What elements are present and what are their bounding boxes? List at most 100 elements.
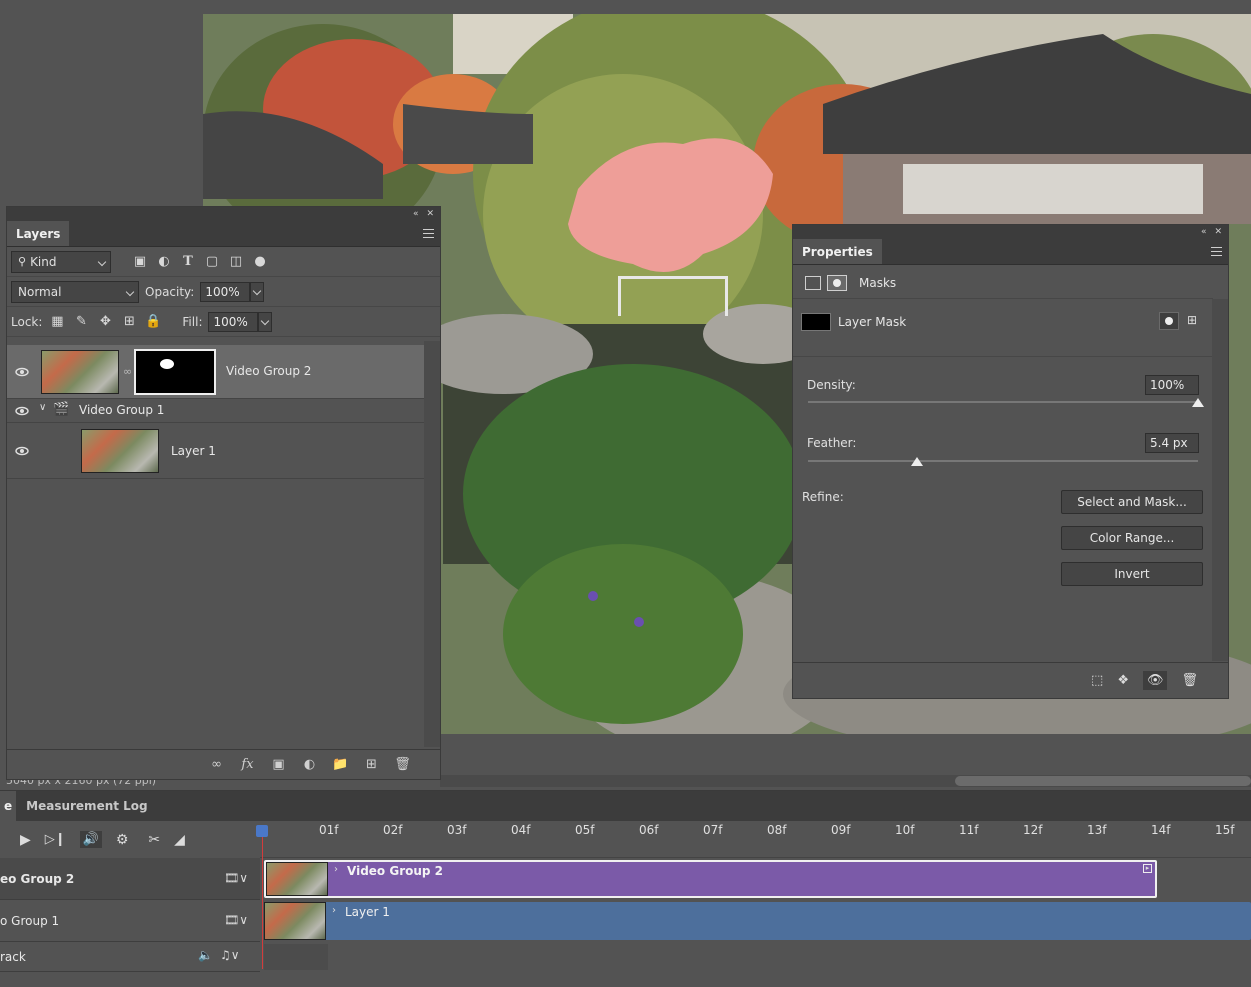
opacity-dropdown[interactable] — [250, 281, 265, 302]
pixel-mask-icon[interactable] — [805, 275, 821, 290]
layers-scrollbar[interactable] — [424, 341, 440, 747]
track-header-video-group-2[interactable]: eo Group 2 🎞∨ — [0, 858, 260, 900]
tab-layers[interactable]: Layers — [7, 221, 70, 246]
layer-row-video-group-1[interactable]: ∨ 🎬 Video Group 1 — [7, 399, 425, 423]
filter-toggle-icon[interactable]: ● — [251, 253, 269, 271]
panel-menu-icon[interactable] — [1211, 247, 1222, 256]
clip-end-marker-icon[interactable]: ▸ — [1143, 864, 1152, 873]
lock-transparent-icon[interactable]: ▦ — [48, 313, 66, 331]
tab-timeline[interactable]: e — [0, 791, 17, 821]
blend-mode-label: Normal — [18, 284, 62, 299]
load-selection-icon[interactable]: ⬚ — [1091, 673, 1103, 688]
add-mask-icon[interactable]: ▣ — [269, 757, 288, 772]
smart-object-filter-icon[interactable]: ◫ — [227, 253, 245, 271]
visibility-eye-icon[interactable] — [15, 444, 29, 458]
playhead-line — [262, 837, 263, 969]
fx-icon[interactable]: fx — [238, 757, 257, 772]
ruler-tick-label: 08f — [767, 823, 787, 837]
density-slider-track[interactable] — [808, 401, 1198, 403]
tab-properties[interactable]: Properties — [793, 239, 882, 264]
clip-video-group-2[interactable]: › Video Group 2 ▸ — [264, 860, 1157, 898]
lock-artboard-icon[interactable]: ⊞ — [120, 313, 138, 331]
layer-thumbnail — [81, 429, 159, 473]
link-layers-icon[interactable]: ∞ — [207, 757, 226, 772]
trash-icon[interactable]: 🗑 — [393, 757, 412, 772]
clip-layer-1[interactable]: › Layer 1 — [264, 902, 1251, 940]
adjustment-layer-icon[interactable]: ◐ — [300, 757, 319, 772]
audio-volume-icon[interactable]: 🔈 — [198, 948, 213, 962]
shape-filter-icon[interactable]: ▢ — [203, 253, 221, 271]
clip-thumbnail — [264, 902, 326, 940]
visibility-eye-icon[interactable] — [15, 365, 29, 379]
collapse-icon[interactable]: « — [413, 209, 419, 219]
layer-mask-icon[interactable] — [827, 274, 847, 291]
invert-button[interactable]: Invert — [1061, 562, 1203, 586]
color-range-button[interactable]: Color Range... — [1061, 526, 1203, 550]
delete-mask-icon[interactable]: 🗑 — [1181, 673, 1198, 688]
playhead-handle[interactable] — [256, 825, 268, 837]
search-icon: ⚲ — [18, 255, 27, 268]
play-icon[interactable]: ▶ — [20, 832, 31, 848]
folder-icon[interactable]: 📁 — [331, 757, 350, 772]
layer-thumbnail — [41, 350, 119, 394]
settings-gear-icon[interactable]: ⚙ — [116, 832, 129, 848]
panel-menu-icon[interactable] — [423, 229, 434, 238]
density-label: Density: — [807, 378, 856, 392]
collapse-icon[interactable]: « — [1201, 227, 1207, 237]
timeline-ruler[interactable]: 01f 02f 03f 04f 05f 06f 07f 08f 09f 10f 11f 12f 13f 1… — [260, 821, 1251, 858]
fill-field[interactable]: 100% — [208, 311, 259, 332]
film-strip-icon[interactable]: 🎞∨ — [224, 871, 248, 885]
filter-kind-select[interactable]: ⚲ Kind — [11, 250, 111, 273]
film-strip-icon[interactable]: 🎞∨ — [224, 913, 248, 927]
close-icon[interactable]: ✕ — [1214, 227, 1222, 237]
layer-row-video-group-2[interactable]: ∞ Video Group 2 — [7, 345, 425, 399]
chevron-right-icon[interactable]: › — [334, 864, 338, 875]
image-filter-icon[interactable]: ▣ — [131, 253, 149, 271]
lock-move-icon[interactable]: ✥ — [96, 313, 114, 331]
opacity-field[interactable]: 100% — [200, 281, 251, 302]
music-note-icon[interactable]: ♫∨ — [220, 948, 240, 962]
layer-mask-thumbnail[interactable] — [134, 349, 216, 395]
properties-tab-row: Properties — [793, 239, 1228, 265]
link-chain-icon[interactable]: ∞ — [123, 365, 132, 378]
select-and-mask-button[interactable]: Select and Mask... — [1061, 490, 1203, 514]
mask-thumbnail — [801, 313, 831, 331]
adjustment-filter-icon[interactable]: ◐ — [155, 253, 173, 271]
feather-slider-track[interactable] — [808, 460, 1198, 462]
tab-measurement-log[interactable]: Measurement Log — [16, 791, 158, 821]
audio-mute-icon[interactable]: 🔊 — [79, 831, 102, 848]
apply-mask-icon[interactable]: ❖ — [1117, 673, 1129, 688]
horizontal-scroll-thumb[interactable] — [955, 776, 1251, 786]
add-vector-mask-icon[interactable]: ⊞ — [1187, 313, 1197, 327]
close-icon[interactable]: ✕ — [426, 209, 434, 219]
blend-mode-select[interactable]: Normal — [11, 280, 139, 303]
layers-bottom-toolbar: ∞ fx ▣ ◐ 📁 ⊞ 🗑 — [7, 749, 440, 779]
ruler-tick-label: 03f — [447, 823, 467, 837]
lock-all-icon[interactable]: 🔒 — [144, 313, 162, 331]
type-filter-icon[interactable]: T — [179, 253, 197, 271]
toggle-mask-visibility-icon[interactable]: 👁 — [1142, 671, 1168, 690]
layer-row-layer-1[interactable]: Layer 1 — [7, 423, 425, 479]
step-forward-icon[interactable]: ▷❙ — [45, 832, 66, 847]
layer-name: Layer 1 — [171, 444, 216, 458]
select-pixel-mask-icon[interactable] — [1159, 312, 1179, 330]
new-layer-icon[interactable]: ⊞ — [362, 757, 381, 772]
visibility-eye-icon[interactable] — [15, 404, 29, 418]
feather-slider-knob[interactable] — [911, 457, 924, 466]
track-header-audio[interactable]: rack 🔈 ♫∨ — [0, 942, 260, 972]
audio-track-area[interactable] — [264, 944, 328, 970]
properties-panel: « ✕ Properties Masks Layer Mask ⊞ Densit… — [792, 224, 1229, 699]
density-slider-knob[interactable] — [1192, 398, 1204, 407]
transition-icon[interactable]: ◢ — [174, 832, 185, 848]
chevron-right-icon[interactable]: › — [332, 905, 336, 916]
chevron-down-icon[interactable]: ∨ — [39, 402, 46, 413]
track-header-video-group-1[interactable]: o Group 1 🎞∨ — [0, 900, 260, 942]
refine-label: Refine: — [802, 490, 844, 504]
feather-field[interactable]: 5.4 px — [1145, 433, 1199, 453]
properties-scrollbar[interactable] — [1212, 299, 1228, 661]
fill-dropdown[interactable] — [258, 311, 273, 332]
lock-brush-icon[interactable]: ✎ — [72, 313, 90, 331]
filter-row: ⚲ Kind ▣ ◐ T ▢ ◫ ● — [7, 247, 440, 277]
density-field[interactable]: 100% — [1145, 375, 1199, 395]
split-scissors-icon[interactable]: ✂ — [148, 832, 160, 848]
